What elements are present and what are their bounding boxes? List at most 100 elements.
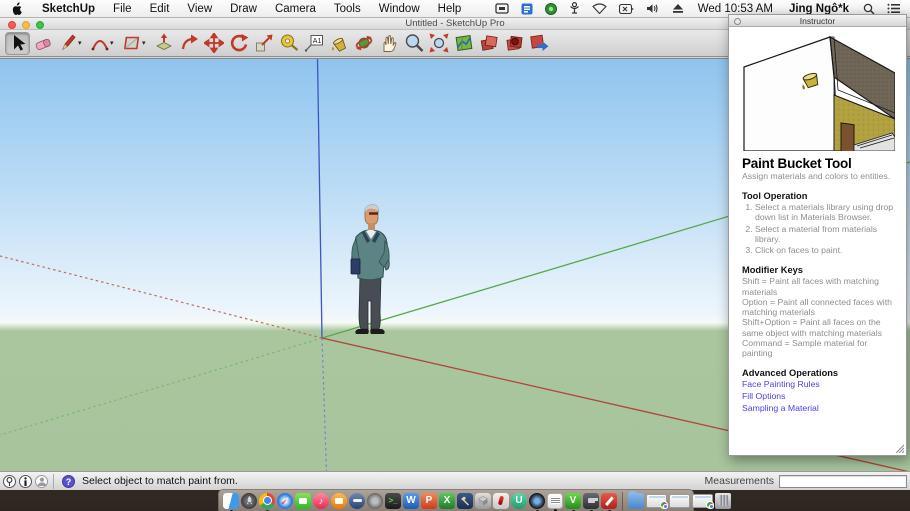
dock-icon-ibooks[interactable] xyxy=(331,492,347,509)
menu-bar-left: SketchUp File Edit View Draw Camera Tool… xyxy=(0,0,470,18)
modifier-key-line: Option = Paint all connected faces with … xyxy=(742,296,892,318)
instructor-close-button[interactable] xyxy=(734,17,741,25)
eraser-tool-button[interactable] xyxy=(30,32,55,55)
link-fill-options[interactable]: Fill Options xyxy=(742,391,895,403)
menu-view[interactable]: View xyxy=(178,0,221,18)
dock-icon-launchpad[interactable] xyxy=(241,492,257,509)
rotate-tool-button[interactable] xyxy=(226,32,251,55)
desktop: SketchUp File Edit View Draw Camera Tool… xyxy=(0,0,910,511)
eject-icon[interactable] xyxy=(666,0,690,18)
paint-bucket-tool-button[interactable] xyxy=(326,32,351,55)
select-tool-button[interactable] xyxy=(5,31,30,55)
menu-window[interactable]: Window xyxy=(370,0,429,18)
link-sampling-a-material[interactable]: Sampling a Material xyxy=(742,403,895,415)
keyboard-layout-icon[interactable] xyxy=(515,0,539,18)
green-status-icon[interactable] xyxy=(539,0,563,18)
dock-icon-powerpoint[interactable]: P xyxy=(421,492,437,509)
menu-help[interactable]: Help xyxy=(429,0,471,18)
dock-minimized-window[interactable] xyxy=(669,493,690,508)
dock-icon-torch[interactable] xyxy=(493,492,509,509)
modifier-keys-list: Shift = Paint all faces with matching ma… xyxy=(742,276,895,358)
line-tool-button[interactable] xyxy=(55,32,80,55)
dock-icon-word[interactable]: W xyxy=(403,492,419,509)
instructor-titlebar[interactable]: Instructor xyxy=(729,15,906,27)
dock-minimized-window[interactable] xyxy=(692,493,714,509)
pan-tool-button[interactable] xyxy=(376,32,401,55)
model-figure-person[interactable] xyxy=(340,203,400,339)
lesson-heading: Paint Bucket Tool xyxy=(742,156,852,171)
claim-credit-button[interactable] xyxy=(19,474,32,488)
zoom-tool-button[interactable] xyxy=(401,32,426,55)
dock-icon-excel[interactable]: X xyxy=(439,492,455,509)
zoom-extents-tool-button[interactable] xyxy=(426,32,451,55)
dock-icon-xcode[interactable] xyxy=(457,492,473,509)
dock-icon-facetime[interactable] xyxy=(295,492,311,509)
display-mirroring-icon[interactable] xyxy=(489,0,515,18)
dock-icon-utorrent[interactable]: U xyxy=(511,492,527,509)
menu-camera[interactable]: Camera xyxy=(266,0,325,18)
rectangle-tool-dropdown[interactable]: ▾ xyxy=(142,39,150,47)
dock-icon-camera-lens[interactable] xyxy=(529,492,545,511)
modifier-keys-heading: Modifier Keys xyxy=(742,265,803,276)
status-hint-text: Select object to match paint from. xyxy=(82,475,238,487)
dock-divider xyxy=(622,491,623,510)
get-models-tool-button[interactable] xyxy=(476,32,501,55)
utorrent-glyph: U xyxy=(515,495,523,506)
follow-me-tool-button[interactable] xyxy=(176,32,201,55)
volume-icon[interactable] xyxy=(640,0,666,18)
dock-icon-style-builder[interactable] xyxy=(475,492,491,509)
arc-tool-dropdown[interactable]: ▾ xyxy=(110,39,118,47)
extension-warehouse-tool-button[interactable] xyxy=(501,32,526,55)
magnifier-icon xyxy=(405,34,423,52)
dimension-text-tool-button[interactable]: A1 xyxy=(301,32,326,55)
dock-icon-v-app[interactable]: V xyxy=(565,492,581,511)
menu-sketchup[interactable]: SketchUp xyxy=(33,0,104,18)
dock-icon-movie-capture[interactable] xyxy=(583,492,599,511)
tape-measure-tool-button[interactable] xyxy=(276,32,301,55)
menu-draw[interactable]: Draw xyxy=(221,0,266,18)
arc-tool-button[interactable] xyxy=(87,32,112,55)
link-face-painting-rules[interactable]: Face Painting Rules xyxy=(742,379,895,391)
add-location-tool-button[interactable] xyxy=(451,32,476,55)
tool-operation-step: Click on faces to paint. xyxy=(755,245,895,255)
push-pull-tool-button[interactable] xyxy=(151,32,176,55)
dock-icon-trash[interactable] xyxy=(715,492,731,509)
push-pull-icon xyxy=(155,33,172,50)
dock-minimized-window[interactable] xyxy=(646,493,668,509)
dock-icon-terminal[interactable]: >_ xyxy=(385,492,401,509)
dock-icon-blue-app[interactable] xyxy=(349,492,365,509)
geolocation-button[interactable] xyxy=(3,474,16,488)
dock-icon-gray-app[interactable] xyxy=(367,492,383,509)
share-model-icon xyxy=(529,34,548,51)
dictation-icon[interactable] xyxy=(563,0,586,18)
excel-glyph: X xyxy=(443,495,451,506)
menu-file[interactable]: File xyxy=(104,0,141,18)
menu-user[interactable]: Jing Ngô*k xyxy=(781,3,857,15)
measurements-input[interactable] xyxy=(779,474,907,488)
share-model-tool-button[interactable] xyxy=(526,32,551,55)
menu-edit[interactable]: Edit xyxy=(141,0,179,18)
wifi-icon[interactable] xyxy=(586,0,613,18)
menu-clock[interactable]: Wed 10:53 AM xyxy=(690,3,781,15)
scale-tool-button[interactable] xyxy=(251,32,276,55)
apple-menu[interactable] xyxy=(0,2,33,15)
a1-glyph: A1 xyxy=(312,38,321,45)
dock-icon-finder[interactable] xyxy=(223,492,239,511)
dock-icon-safari[interactable] xyxy=(277,492,293,509)
dock-icon-chrome[interactable] xyxy=(259,492,275,511)
dock-icon-textedit[interactable] xyxy=(547,492,563,511)
menu-tools[interactable]: Tools xyxy=(325,0,370,18)
input-source-icon[interactable] xyxy=(613,0,640,18)
sign-in-button[interactable] xyxy=(35,474,48,488)
dock-icon-itunes[interactable]: ♪ xyxy=(313,492,329,509)
orbit-tool-button[interactable] xyxy=(351,32,376,55)
dock-icon-downloads-folder[interactable] xyxy=(628,490,644,509)
move-tool-button[interactable] xyxy=(201,32,226,55)
dock-icon-sketchup[interactable] xyxy=(601,492,617,511)
rectangle-tool-button[interactable] xyxy=(119,32,144,55)
geolocation-icon xyxy=(6,476,13,486)
line-tool-dropdown[interactable]: ▾ xyxy=(78,39,86,47)
rocket-icon xyxy=(246,496,252,505)
help-button[interactable]: ? xyxy=(62,474,75,488)
resize-grip[interactable] xyxy=(894,443,904,453)
